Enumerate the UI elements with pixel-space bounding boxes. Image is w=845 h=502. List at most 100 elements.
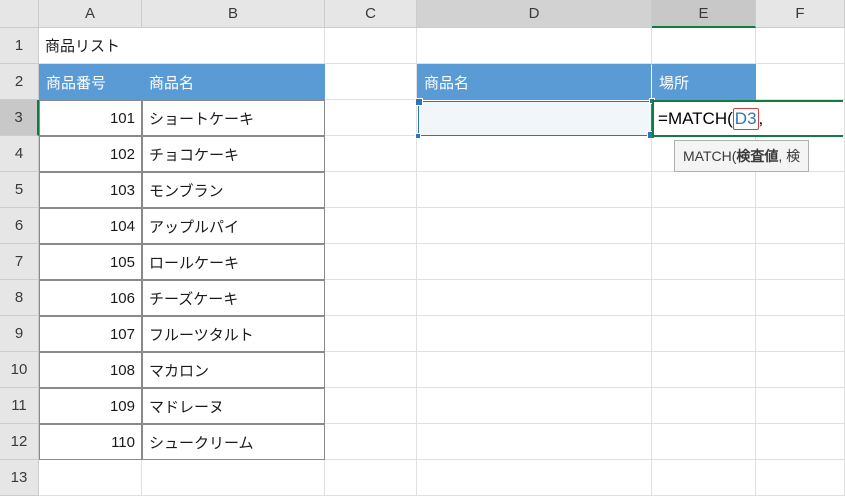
cell-D13[interactable]	[417, 460, 652, 496]
cell-C10[interactable]	[325, 352, 417, 388]
cell-E10[interactable]	[652, 352, 756, 388]
cell-E7[interactable]	[652, 244, 756, 280]
row-header-2[interactable]: 2	[0, 64, 39, 100]
cell-B3[interactable]: ショートケーキ	[142, 100, 325, 136]
row-header-3[interactable]: 3	[0, 100, 39, 136]
cell-C4[interactable]	[325, 136, 417, 172]
cell-B7[interactable]: ロールケーキ	[142, 244, 325, 280]
col-header-B[interactable]: B	[142, 0, 325, 28]
cell-A9[interactable]: 107	[39, 316, 142, 352]
cell-B9[interactable]: フルーツタルト	[142, 316, 325, 352]
cell-E2[interactable]: 場所	[652, 64, 756, 100]
cell-F7[interactable]	[756, 244, 845, 280]
row-header-4[interactable]: 4	[0, 136, 39, 172]
cell-E11[interactable]	[652, 388, 756, 424]
col-header-E[interactable]: E	[652, 0, 756, 28]
spreadsheet-grid[interactable]: A B C D E F 1 商品リスト 2 商品番号 商品名 商品名 場所 3 …	[0, 0, 845, 496]
cell-D1[interactable]	[417, 28, 652, 64]
row-header-6[interactable]: 6	[0, 208, 39, 244]
row-header-12[interactable]: 12	[0, 424, 39, 460]
cell-C6[interactable]	[325, 208, 417, 244]
cell-A1[interactable]: 商品リスト	[39, 28, 325, 64]
cell-A2[interactable]: 商品番号	[39, 64, 142, 100]
cell-F6[interactable]	[756, 208, 845, 244]
cell-F5[interactable]	[756, 172, 845, 208]
formula-equals: =	[658, 109, 668, 129]
col-header-F[interactable]: F	[756, 0, 845, 28]
cell-D5[interactable]	[417, 172, 652, 208]
cell-E1[interactable]	[652, 28, 756, 64]
cell-E6[interactable]	[652, 208, 756, 244]
cell-A6[interactable]: 104	[39, 208, 142, 244]
row-header-8[interactable]: 8	[0, 280, 39, 316]
col-header-A[interactable]: A	[39, 0, 142, 28]
cell-E8[interactable]	[652, 280, 756, 316]
tooltip-arg1: 検査値	[736, 148, 778, 164]
cell-A8[interactable]: 106	[39, 280, 142, 316]
row-header-1[interactable]: 1	[0, 28, 39, 64]
cell-E12[interactable]	[652, 424, 756, 460]
cell-B12[interactable]: シュークリーム	[142, 424, 325, 460]
row-header-5[interactable]: 5	[0, 172, 39, 208]
tooltip-rest: , 検	[778, 148, 800, 164]
cell-F11[interactable]	[756, 388, 845, 424]
cell-B2[interactable]: 商品名	[142, 64, 325, 100]
cell-C5[interactable]	[325, 172, 417, 208]
cell-D10[interactable]	[417, 352, 652, 388]
cell-A3[interactable]: 101	[39, 100, 142, 136]
cell-F8[interactable]	[756, 280, 845, 316]
cell-D7[interactable]	[417, 244, 652, 280]
select-all-corner[interactable]	[0, 0, 39, 28]
cell-D2[interactable]: 商品名	[417, 64, 652, 100]
cell-B10[interactable]: マカロン	[142, 352, 325, 388]
row-header-13[interactable]: 13	[0, 460, 39, 496]
cell-B13[interactable]	[142, 460, 325, 496]
cell-B6[interactable]: アップルパイ	[142, 208, 325, 244]
formula-comma: ,	[759, 109, 764, 129]
cell-C12[interactable]	[325, 424, 417, 460]
cell-B8[interactable]: チーズケーキ	[142, 280, 325, 316]
cell-A13[interactable]	[39, 460, 142, 496]
row-header-11[interactable]: 11	[0, 388, 39, 424]
cell-B5[interactable]: モンブラン	[142, 172, 325, 208]
cell-D12[interactable]	[417, 424, 652, 460]
cell-E5[interactable]	[652, 172, 756, 208]
cell-D3[interactable]	[417, 100, 652, 136]
formula-input-e3[interactable]: =MATCH(D3,	[652, 100, 843, 137]
cell-F2[interactable]	[756, 64, 845, 100]
row-header-7[interactable]: 7	[0, 244, 39, 280]
cell-D4[interactable]	[417, 136, 652, 172]
row-header-10[interactable]: 10	[0, 352, 39, 388]
cell-A12[interactable]: 110	[39, 424, 142, 460]
cell-D9[interactable]	[417, 316, 652, 352]
row-header-9[interactable]: 9	[0, 316, 39, 352]
cell-A4[interactable]: 102	[39, 136, 142, 172]
cell-E13[interactable]	[652, 460, 756, 496]
cell-F12[interactable]	[756, 424, 845, 460]
cell-F1[interactable]	[756, 28, 845, 64]
col-header-D[interactable]: D	[417, 0, 652, 28]
cell-C2[interactable]	[325, 64, 417, 100]
cell-A5[interactable]: 103	[39, 172, 142, 208]
cell-E9[interactable]	[652, 316, 756, 352]
cell-B4[interactable]: チョコケーキ	[142, 136, 325, 172]
cell-D6[interactable]	[417, 208, 652, 244]
cell-C11[interactable]	[325, 388, 417, 424]
cell-F10[interactable]	[756, 352, 845, 388]
cell-C9[interactable]	[325, 316, 417, 352]
cell-B11[interactable]: マドレーヌ	[142, 388, 325, 424]
cell-A10[interactable]: 108	[39, 352, 142, 388]
cell-A11[interactable]: 109	[39, 388, 142, 424]
cell-C13[interactable]	[325, 460, 417, 496]
cell-C8[interactable]	[325, 280, 417, 316]
cell-C1[interactable]	[325, 28, 417, 64]
cell-D8[interactable]	[417, 280, 652, 316]
cell-C3[interactable]	[325, 100, 417, 136]
cell-F9[interactable]	[756, 316, 845, 352]
cell-A7[interactable]: 105	[39, 244, 142, 280]
cell-F13[interactable]	[756, 460, 845, 496]
cell-C7[interactable]	[325, 244, 417, 280]
col-header-C[interactable]: C	[325, 0, 417, 28]
cell-D11[interactable]	[417, 388, 652, 424]
formula-cell-ref: D3	[733, 108, 759, 130]
